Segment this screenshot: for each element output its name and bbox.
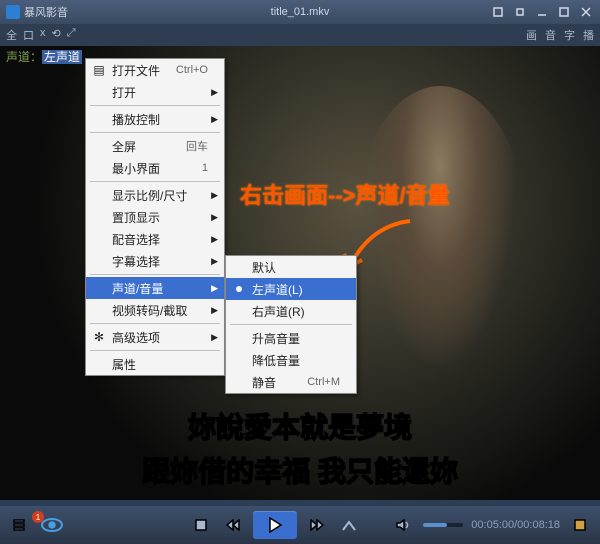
tool-play[interactable]: 播 bbox=[583, 27, 594, 43]
submenu-item[interactable]: 升高音量 bbox=[226, 327, 356, 349]
maximize-icon[interactable] bbox=[554, 4, 574, 20]
volume-slider[interactable] bbox=[423, 523, 463, 527]
context-menu: ▤打开文件Ctrl+O打开▶ 播放控制▶ 全屏回车最小界面1 显示比例/尺寸▶置顶显示… bbox=[85, 58, 225, 376]
tool-x[interactable]: x bbox=[40, 27, 46, 43]
ctx-item[interactable]: 配音选择▶ bbox=[86, 228, 224, 250]
ctx-item[interactable]: 字幕选择▶ bbox=[86, 250, 224, 272]
ctx-item[interactable]: 置顶显示▶ bbox=[86, 206, 224, 228]
subtitle-lines: 妳說愛本就是夢境 跟妳借的幸福 我只能還妳 bbox=[0, 406, 600, 490]
tool-picture[interactable]: 画 bbox=[526, 27, 537, 43]
open-button[interactable] bbox=[337, 513, 361, 537]
ctx-item[interactable]: 播放控制▶ bbox=[86, 108, 224, 130]
tool-audio[interactable]: 音 bbox=[545, 27, 556, 43]
channel-overlay: 声道：左声道 bbox=[6, 48, 82, 65]
ctx-item[interactable]: 视频转码/截取▶ bbox=[86, 299, 224, 321]
playback-controls: 1 00:05:00/00:08:18 bbox=[0, 506, 600, 544]
ctx-item[interactable]: ▤打开文件Ctrl+O bbox=[86, 59, 224, 81]
ctx-item[interactable]: 最小界面1 bbox=[86, 157, 224, 179]
prev-button[interactable] bbox=[221, 513, 245, 537]
ctx-item[interactable]: 显示比例/尺寸▶ bbox=[86, 184, 224, 206]
submenu-item[interactable]: 右声道(R) bbox=[226, 300, 356, 322]
playlist-button[interactable]: 1 bbox=[8, 513, 32, 537]
file-title: title_01.mkv bbox=[271, 6, 330, 18]
submenu-item[interactable]: 默认 bbox=[226, 256, 356, 278]
compact-icon[interactable] bbox=[510, 4, 530, 20]
playlist-badge: 1 bbox=[32, 511, 44, 523]
tool-box[interactable]: 口 bbox=[23, 27, 34, 43]
submenu-item[interactable]: 降低音量 bbox=[226, 349, 356, 371]
tool-refresh[interactable]: ⟲ bbox=[52, 27, 61, 43]
storm-icon bbox=[6, 5, 20, 19]
audio-submenu: 默认左声道(L)右声道(R) 升高音量降低音量静音Ctrl+M bbox=[225, 255, 357, 394]
settings-icon[interactable] bbox=[488, 4, 508, 20]
app-logo: 暴风影音 bbox=[0, 4, 74, 20]
next-button[interactable] bbox=[305, 513, 329, 537]
ctx-item[interactable]: 全屏回车 bbox=[86, 135, 224, 157]
app-name: 暴风影音 bbox=[24, 4, 68, 20]
ctx-item[interactable]: 属性 bbox=[86, 353, 224, 375]
time-display: 00:05:00/00:08:18 bbox=[471, 519, 560, 531]
ctx-item[interactable]: 打开▶ bbox=[86, 81, 224, 103]
volume-icon[interactable] bbox=[391, 513, 415, 537]
submenu-item[interactable]: 左声道(L) bbox=[226, 278, 356, 300]
video-figure bbox=[350, 86, 530, 406]
toolbar: 全 口 x ⟲ ⤢ 画 音 字 播 bbox=[0, 24, 600, 46]
play-button[interactable] bbox=[253, 511, 297, 539]
extra-button[interactable] bbox=[568, 513, 592, 537]
ctx-item[interactable]: 声道/音量▶ bbox=[86, 277, 224, 299]
tool-subtitle[interactable]: 字 bbox=[564, 27, 575, 43]
submenu-item[interactable]: 静音Ctrl+M bbox=[226, 371, 356, 393]
minimize-icon[interactable] bbox=[532, 4, 552, 20]
annotation-text: 右击画面-->声道/音量 bbox=[240, 178, 450, 210]
tool-expand[interactable]: ⤢ bbox=[67, 27, 76, 43]
titlebar: 暴风影音 title_01.mkv bbox=[0, 0, 600, 24]
stop-button[interactable] bbox=[189, 513, 213, 537]
ctx-item[interactable]: ✻高级选项▶ bbox=[86, 326, 224, 348]
tool-full[interactable]: 全 bbox=[6, 27, 17, 43]
close-icon[interactable] bbox=[576, 4, 596, 20]
